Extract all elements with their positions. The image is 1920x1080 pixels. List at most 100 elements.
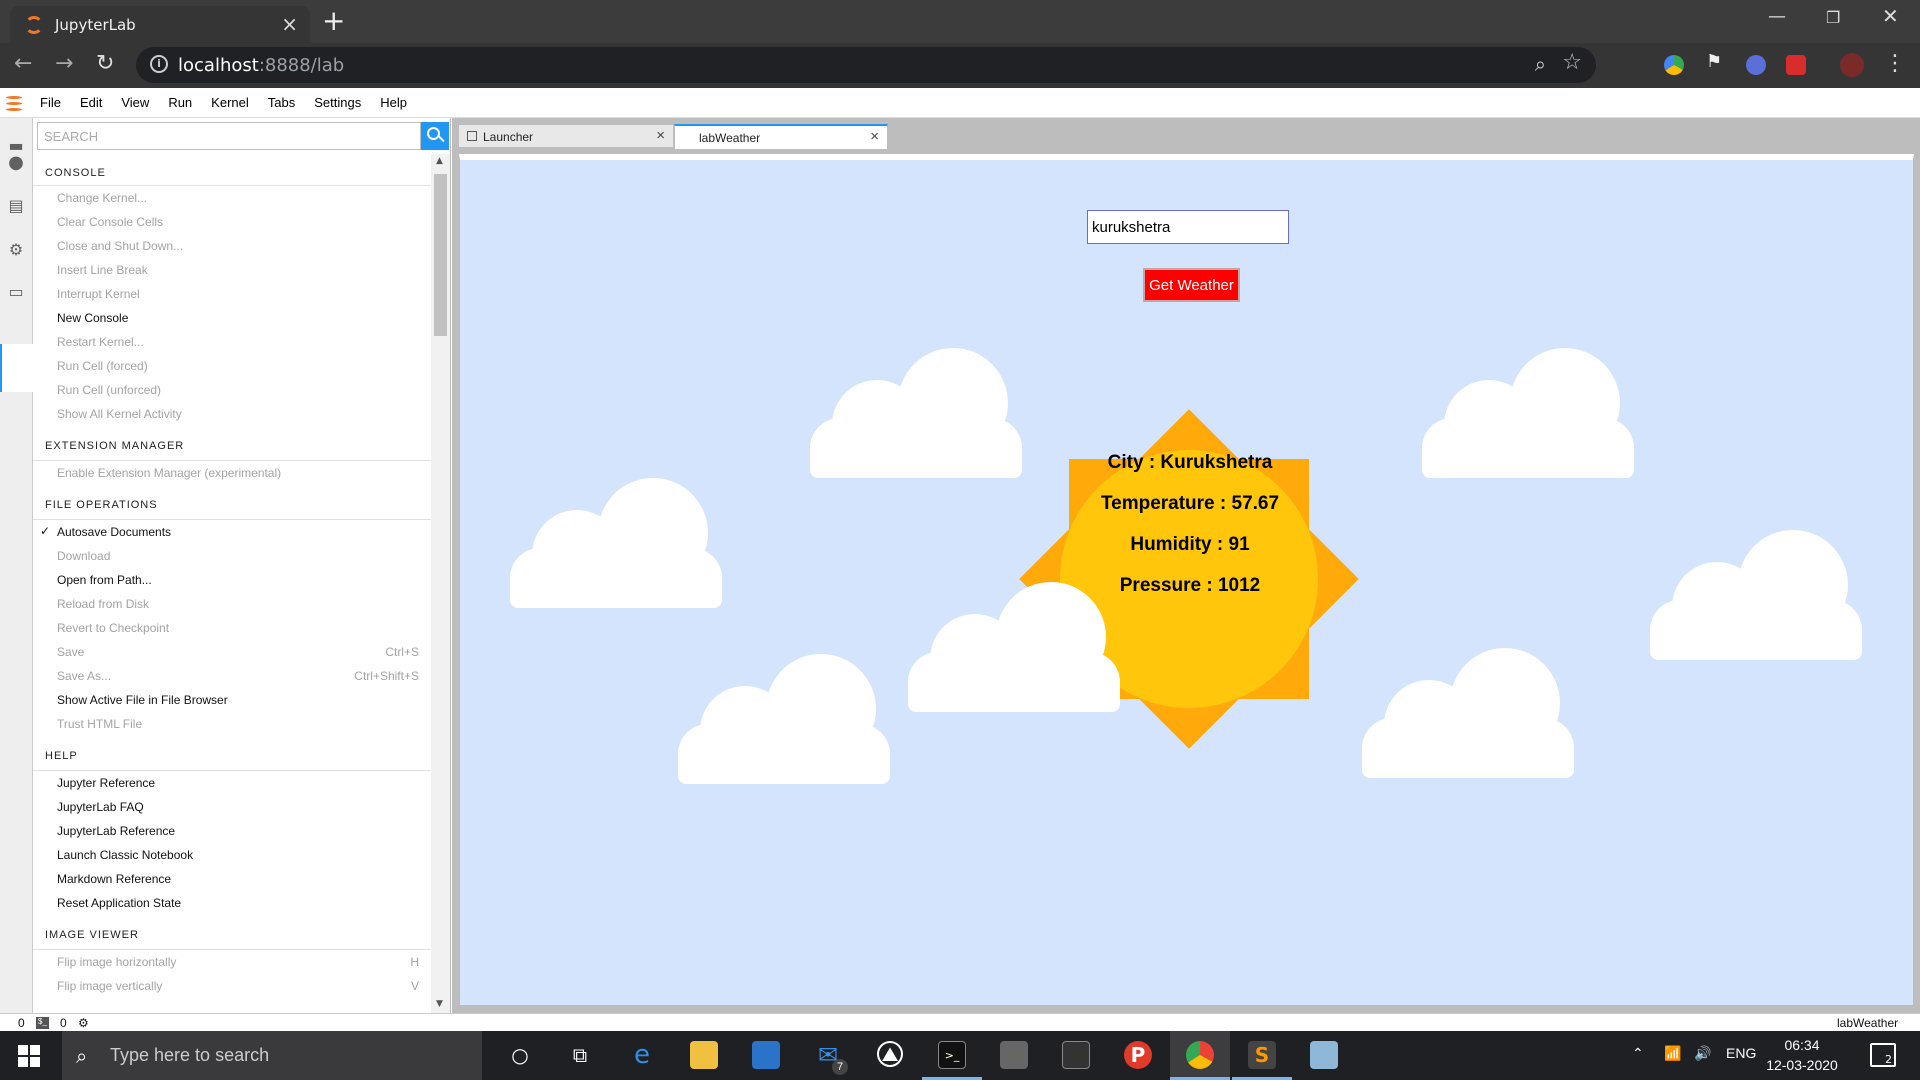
minimize-icon[interactable]: —	[1768, 6, 1786, 27]
open-tabs-icon[interactable]: ▭	[7, 282, 25, 301]
terminal-app-icon[interactable]: >_	[922, 1031, 982, 1080]
checkmark-icon: ✓	[40, 524, 51, 538]
cmd-change-kernel[interactable]: Change Kernel...	[33, 186, 431, 210]
cmd-show-active-file[interactable]: Show Active File in File Browser	[33, 688, 431, 712]
address-bar: ← → ↻ i localhost:8888/lab ⌕ ☆ ⚑ ⋮	[0, 43, 1920, 88]
scroll-up-icon[interactable]: ▲	[436, 156, 443, 166]
forward-icon[interactable]: →	[55, 51, 73, 76]
cmd-save-as[interactable]: Save As... Ctrl+Shift+S	[33, 664, 431, 688]
files-app-icon[interactable]	[984, 1031, 1044, 1080]
taskbar-search[interactable]: ⌕ Type here to search	[62, 1031, 482, 1080]
profile-avatar[interactable]	[1840, 53, 1864, 77]
palette-search-input[interactable]	[37, 122, 421, 150]
palette-scrollbar[interactable]: ▲ ▼	[431, 154, 450, 1013]
menu-view[interactable]: View	[121, 95, 158, 110]
sublime-text-icon[interactable]: S	[1232, 1031, 1292, 1080]
url-field[interactable]: i localhost:8888/lab ⌕ ☆	[136, 47, 1596, 83]
file-explorer-icon[interactable]	[674, 1031, 734, 1080]
cmd-label: Save	[57, 645, 85, 659]
jupyter-favicon-icon	[25, 16, 43, 34]
cmd-close-and-shut-down[interactable]: Close and Shut Down...	[33, 234, 431, 258]
extension-face-icon[interactable]	[1746, 55, 1766, 75]
wifi-icon[interactable]: 📶	[1664, 1045, 1681, 1062]
tab-launcher[interactable]: Launcher ×	[458, 124, 674, 148]
bookmark-extension-icon[interactable]: ⚑	[1706, 51, 1726, 72]
cmd-markdown-reference[interactable]: Markdown Reference	[33, 867, 431, 891]
cmd-restart-kernel[interactable]: Restart Kernel...	[33, 330, 431, 354]
cmd-flip-horizontal[interactable]: Flip image horizontally H	[33, 950, 431, 974]
console-app-icon[interactable]	[1046, 1031, 1106, 1080]
commands-palette-icon[interactable]: ▤	[7, 196, 25, 215]
close-tab-icon[interactable]: ×	[870, 128, 879, 145]
cmd-interrupt-kernel[interactable]: Interrupt Kernel	[33, 282, 431, 306]
cmd-insert-line-break[interactable]: Insert Line Break	[33, 258, 431, 282]
new-tab-icon[interactable]: +	[322, 4, 345, 37]
p-app-icon[interactable]: P	[1108, 1031, 1168, 1080]
windows-start-icon[interactable]	[18, 1045, 40, 1067]
cmd-new-console[interactable]: New Console	[33, 306, 431, 330]
chrome-icon[interactable]	[1170, 1031, 1230, 1080]
search-button[interactable]	[421, 122, 449, 150]
close-tab-icon[interactable]: ×	[656, 127, 665, 144]
menu-file[interactable]: File	[40, 95, 70, 110]
back-icon[interactable]: ←	[14, 51, 32, 76]
zoom-icon[interactable]: ⌕	[1535, 52, 1546, 76]
cmd-jupyterlab-faq[interactable]: JupyterLab FAQ	[33, 795, 431, 819]
menu-help[interactable]: Help	[380, 95, 416, 110]
cmd-run-cell-forced[interactable]: Run Cell (forced)	[33, 354, 431, 378]
running-sessions-icon[interactable]: ●	[7, 152, 25, 173]
browser-menu-icon[interactable]: ⋮	[1884, 51, 1906, 76]
menu-tabs[interactable]: Tabs	[268, 95, 304, 110]
cmd-flip-vertical[interactable]: Flip image vertically V	[33, 974, 431, 998]
bookmark-star-icon[interactable]: ☆	[1562, 50, 1582, 75]
cmd-revert-to-checkpoint[interactable]: Revert to Checkpoint	[33, 616, 431, 640]
menu-run[interactable]: Run	[168, 95, 201, 110]
window-close-icon[interactable]: ✕	[1882, 4, 1899, 28]
cmd-enable-extension-manager[interactable]: Enable Extension Manager (experimental)	[33, 461, 431, 485]
store-icon[interactable]	[736, 1031, 796, 1080]
tab-labweather[interactable]: labWeather ×	[674, 124, 888, 149]
get-weather-button[interactable]: Get Weather	[1143, 268, 1240, 302]
cmd-reload-from-disk[interactable]: Reload from Disk	[33, 592, 431, 616]
cmd-save[interactable]: Save Ctrl+S	[33, 640, 431, 664]
cortana-icon[interactable]: ○	[490, 1031, 550, 1080]
edge-icon[interactable]: e	[612, 1031, 672, 1080]
browser-tab[interactable]: JupyterLab ×	[10, 6, 310, 43]
cmd-download[interactable]: Download	[33, 544, 431, 568]
kernels-count[interactable]: 0	[60, 1016, 67, 1030]
scroll-down-icon[interactable]: ▼	[436, 999, 443, 1009]
mail-icon[interactable]: ✉ 7	[798, 1031, 858, 1080]
volume-icon[interactable]: 🔊	[1694, 1045, 1711, 1062]
notification-center-icon[interactable]: 2	[1870, 1043, 1896, 1067]
notepad-app-icon[interactable]	[1294, 1031, 1354, 1080]
clock[interactable]: 06:34 12-03-2020	[1762, 1035, 1842, 1075]
cmd-jupyter-reference[interactable]: Jupyter Reference	[33, 771, 431, 795]
url-path: :8888/lab	[258, 55, 345, 76]
language-indicator[interactable]: ENG	[1726, 1045, 1756, 1061]
extension-red-icon[interactable]	[1786, 55, 1806, 75]
task-view-icon[interactable]: ⧉	[550, 1031, 610, 1080]
menu-kernel[interactable]: Kernel	[211, 95, 258, 110]
cmd-run-cell-unforced[interactable]: Run Cell (unforced)	[33, 378, 431, 402]
cmd-autosave-documents[interactable]: ✓ Autosave Documents	[33, 520, 431, 544]
photos-app-icon[interactable]: ⛰	[860, 1031, 920, 1080]
site-info-icon[interactable]: i	[150, 55, 168, 73]
cmd-launch-classic-notebook[interactable]: Launch Classic Notebook	[33, 843, 431, 867]
cmd-open-from-path[interactable]: Open from Path...	[33, 568, 431, 592]
menu-settings[interactable]: Settings	[314, 95, 370, 110]
city-input[interactable]	[1087, 210, 1289, 244]
extension-color-icon[interactable]	[1664, 55, 1684, 75]
reload-icon[interactable]: ↻	[96, 51, 114, 76]
show-hidden-icons-icon[interactable]: ⌃	[1632, 1045, 1644, 1062]
property-inspector-icon[interactable]: ⚙	[7, 240, 25, 259]
cmd-trust-html-file[interactable]: Trust HTML File	[33, 712, 431, 736]
terminals-count[interactable]: 0	[18, 1016, 25, 1030]
close-tab-icon[interactable]: ×	[281, 12, 298, 36]
scrollbar-thumb[interactable]	[434, 174, 447, 336]
cmd-clear-console-cells[interactable]: Clear Console Cells	[33, 210, 431, 234]
restore-icon[interactable]: ❐	[1826, 8, 1840, 27]
menu-edit[interactable]: Edit	[80, 95, 111, 110]
cmd-jupyterlab-reference[interactable]: JupyterLab Reference	[33, 819, 431, 843]
cmd-show-kernel-activity[interactable]: Show All Kernel Activity	[33, 402, 431, 426]
cmd-reset-application-state[interactable]: Reset Application State	[33, 891, 431, 915]
